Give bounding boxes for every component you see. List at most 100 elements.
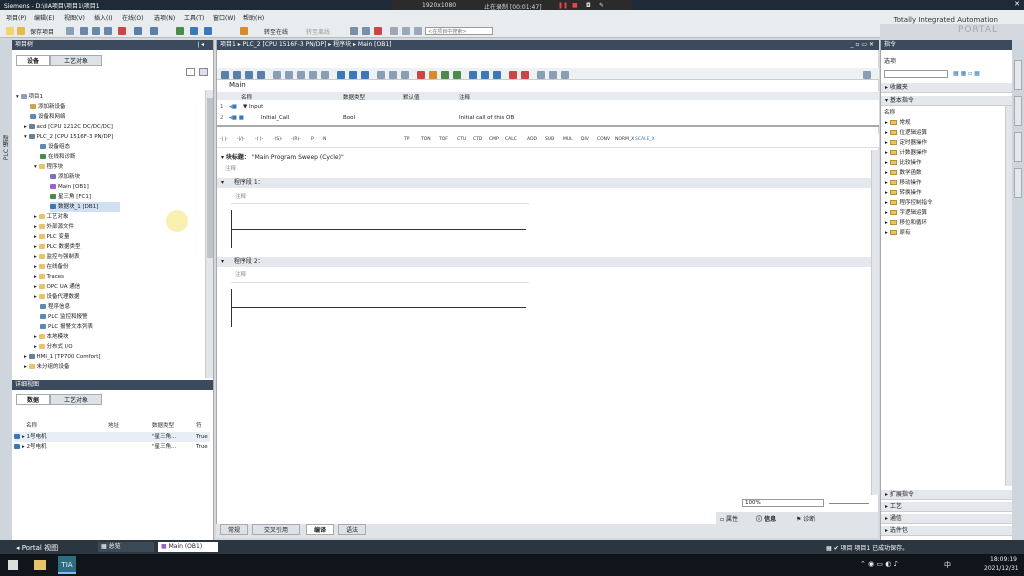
editor-tool-icon[interactable]: [377, 71, 385, 79]
tree-node-traces[interactable]: ▸ Traces: [34, 272, 64, 282]
instr-folder[interactable]: ▸ 转换操作: [885, 188, 922, 198]
network-1-header[interactable]: ▾ 程序段 1：: [217, 178, 879, 188]
editor-tool-icon[interactable]: [561, 71, 569, 79]
save-project-button[interactable]: 保存项目: [30, 27, 54, 36]
instruction-search-input[interactable]: [884, 70, 948, 78]
side-plc-label[interactable]: PLC 编程: [2, 135, 11, 160]
task-card-icon[interactable]: [1014, 132, 1022, 162]
instr-tof[interactable]: TOF: [439, 137, 448, 142]
stop-icon[interactable]: ■: [572, 2, 578, 9]
network-2-rung[interactable]: [231, 307, 526, 308]
cut-icon[interactable]: [80, 27, 88, 35]
instr-no-contact[interactable]: -| |-: [220, 137, 228, 142]
menu-edit[interactable]: 编辑(E): [34, 13, 54, 22]
tree-node-online-diag[interactable]: 在线和诊断: [40, 152, 76, 162]
window-icon[interactable]: [414, 27, 422, 35]
tree-node-ungrouped[interactable]: ▸ 未分组的设备: [24, 362, 70, 372]
instr-folder[interactable]: ▸ 程序控制指令: [885, 198, 933, 208]
instr-folder[interactable]: ▸ 移动操作: [885, 178, 922, 188]
instr-div[interactable]: DIV: [581, 137, 589, 142]
tree-node-local-modules[interactable]: ▸ 本地模块: [34, 332, 69, 342]
instr-folder[interactable]: ▸ 移位和循环: [885, 218, 927, 228]
ime-indicator[interactable]: 中: [944, 560, 951, 570]
cross-ref-icon[interactable]: [362, 27, 370, 35]
editor-tool-icon[interactable]: [285, 71, 293, 79]
editor-tool-icon[interactable]: [429, 71, 437, 79]
iface-row-name[interactable]: Initial_Call: [261, 115, 289, 121]
pen-icon[interactable]: ✎: [599, 2, 604, 9]
menu-project[interactable]: 项目(P): [6, 13, 26, 22]
editor-tool-icon[interactable]: [493, 71, 501, 79]
instr-folder[interactable]: ▸ 原有: [885, 228, 911, 238]
tree-node-add-block[interactable]: 添加新块: [50, 172, 80, 182]
tab-data[interactable]: 数据: [16, 394, 50, 405]
zoom-select[interactable]: 100%: [742, 499, 824, 507]
inspector-info-tab[interactable]: ⓘ 信息: [756, 514, 776, 523]
tree-node-plc-datatypes[interactable]: ▸ PLC 数据类型: [34, 242, 81, 252]
editor-tool-icon[interactable]: [245, 71, 253, 79]
tree-node-watch-tables[interactable]: ▸ 监控与强制表: [34, 252, 80, 262]
go-online-button[interactable]: 转至在线: [264, 27, 288, 36]
editor-tool-icon[interactable]: [401, 71, 409, 79]
iface-row-comment[interactable]: Initial call of this OB: [459, 115, 514, 121]
editor-tool-icon[interactable]: [441, 71, 449, 79]
tree-node-hmi1[interactable]: ▸ HMI_1 [TP700 Comfort]: [24, 352, 101, 362]
instr-ctd[interactable]: CTD: [473, 137, 482, 142]
detail-row[interactable]: ▸ 2号电机: [14, 442, 210, 452]
tia-app-icon[interactable]: TIA: [58, 556, 76, 574]
tab-cross-ref[interactable]: 交叉引用: [252, 524, 300, 535]
editor-tool-icon[interactable]: [537, 71, 545, 79]
tab-devices[interactable]: 设备: [16, 55, 50, 66]
tab-general[interactable]: 常规: [220, 524, 248, 535]
editor-extra-icon[interactable]: [863, 71, 871, 79]
tree-node-plc-tags[interactable]: ▸ PLC 变量: [34, 232, 70, 242]
editor-tool-icon[interactable]: [361, 71, 369, 79]
close-all-icon[interactable]: [374, 27, 382, 35]
instr-calc[interactable]: CALC: [505, 137, 517, 142]
project-tree-scrollbar[interactable]: [205, 90, 213, 378]
menu-tools[interactable]: 工具(T): [184, 13, 204, 22]
editor-tool-icon[interactable]: [453, 71, 461, 79]
instr-coil[interactable]: -( )-: [255, 137, 263, 142]
camera-icon[interactable]: ◘: [586, 2, 591, 9]
editor-tool-icon[interactable]: [481, 71, 489, 79]
task-card-icon[interactable]: [1014, 96, 1022, 126]
menu-options[interactable]: 选项(N): [154, 13, 175, 22]
overview-tab[interactable]: ▦ 总览: [98, 542, 154, 552]
tab-compile[interactable]: 编译: [306, 524, 334, 535]
editor-tool-icon[interactable]: [273, 71, 281, 79]
instr-folder[interactable]: ▸ 计数器操作: [885, 148, 927, 158]
accessible-devices-icon[interactable]: [350, 27, 358, 35]
tab-syntax[interactable]: 语法: [338, 524, 366, 535]
instr-nc-contact[interactable]: -|/|-: [237, 137, 245, 142]
window-close-icon[interactable]: ✕: [1014, 0, 1020, 8]
tree-node-external-src[interactable]: ▸ 外部源文件: [34, 222, 74, 232]
collapse-panel-icon[interactable]: ❘◂: [196, 41, 204, 48]
menu-window[interactable]: 窗口(W): [213, 13, 236, 22]
compile-icon[interactable]: [176, 27, 184, 35]
pause-icon[interactable]: ❚❚: [558, 2, 568, 9]
tree-node-program-info[interactable]: 程序信息: [40, 302, 70, 312]
instr-n[interactable]: N: [323, 137, 326, 142]
basic-instructions-section[interactable]: ▾ 基本指令: [881, 96, 1013, 106]
instr-folder[interactable]: ▸ 比较操作: [885, 158, 922, 168]
extended-instructions-section[interactable]: ▸ 扩展指令: [881, 490, 1013, 500]
simulation-icon[interactable]: [240, 27, 248, 35]
instr-reset-coil[interactable]: -(R)-: [291, 137, 301, 142]
split-h-icon[interactable]: [390, 27, 398, 35]
iface-row-name[interactable]: ▼ Input: [243, 104, 263, 110]
favorites-section[interactable]: ▸ 收藏夹: [881, 83, 1013, 93]
editor-tool-icon[interactable]: [221, 71, 229, 79]
zoom-slider[interactable]: [829, 503, 869, 504]
tree-node-device-config[interactable]: 设备组态: [40, 142, 70, 152]
tree-node-db1[interactable]: 数据块_1 [DB1]: [50, 202, 120, 212]
option-packages-section[interactable]: ▸ 选件包: [881, 526, 1013, 536]
copy-icon[interactable]: [92, 27, 100, 35]
split-v-icon[interactable]: [402, 27, 410, 35]
tray-icons[interactable]: ⌃ ◉ ▭ ◐ ♪: [860, 560, 898, 568]
network-2-comment[interactable]: 注释: [235, 270, 246, 278]
tree-node-tech-objects[interactable]: ▸ 工艺对象: [34, 212, 69, 222]
print-icon[interactable]: [66, 27, 74, 35]
tree-node-online-backup[interactable]: ▸ 在线备份: [34, 262, 69, 272]
network-1-rung[interactable]: [231, 229, 526, 230]
